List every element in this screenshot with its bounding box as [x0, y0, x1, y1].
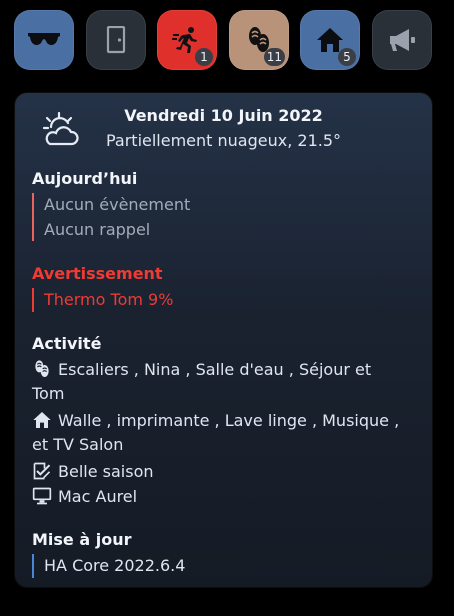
warning-bar	[32, 288, 34, 312]
checklist-icon	[33, 462, 51, 480]
footprints-icon	[35, 360, 49, 377]
megaphone-icon	[390, 29, 415, 51]
activity-section-title: Activité	[32, 334, 102, 353]
activity-devices-text-cont: et TV Salon	[32, 435, 124, 454]
announce-button[interactable]	[372, 10, 432, 70]
quick-buttons-row: 1 11 5	[0, 0, 454, 80]
door-button[interactable]	[86, 10, 146, 70]
activity-checklist-text: Belle saison	[58, 462, 154, 481]
weather-summary: Partiellement nuageux, 21.5°	[105, 131, 342, 150]
update-bar	[32, 554, 34, 578]
warning-item: Thermo Tom 9%	[44, 290, 174, 309]
footprints-count-badge: 11	[263, 48, 285, 66]
footprints-button[interactable]: 11	[229, 10, 289, 70]
date-heading: Vendredi 10 Juin 2022	[124, 106, 323, 125]
sunglasses-icon	[28, 33, 60, 45]
activity-item-computer: Mac Aurel	[32, 486, 137, 506]
home-icon	[33, 412, 51, 428]
activity-rooms-text-cont: Tom	[32, 384, 65, 403]
activity-computer-text: Mac Aurel	[58, 487, 138, 506]
today-section-title: Aujourd’hui	[32, 169, 138, 188]
home-button[interactable]: 5	[300, 10, 360, 70]
motion-button[interactable]: 1	[157, 10, 217, 70]
activity-item-rooms: Escaliers , Nina , Salle d'eau , Séjour …	[32, 359, 371, 379]
warning-section-title: Avertissement	[32, 264, 163, 283]
home-count-badge: 5	[338, 48, 356, 66]
activity-item-devices: Walle , imprimante , Lave linge , Musiqu…	[32, 410, 399, 430]
monitor-icon	[32, 487, 52, 505]
today-bar	[32, 193, 34, 241]
sunglasses-button[interactable]	[14, 10, 74, 70]
daily-summary-card: Vendredi 10 Juin 2022 Partiellement nuag…	[15, 93, 432, 587]
activity-item-checklist: Belle saison	[32, 461, 154, 481]
door-icon	[106, 26, 126, 54]
today-reminders-item: Aucun rappel	[44, 220, 151, 239]
motion-count-badge: 1	[195, 48, 213, 66]
today-events-item: Aucun évènement	[44, 195, 191, 214]
update-item: HA Core 2022.6.4	[44, 556, 186, 575]
activity-rooms-text: Escaliers , Nina , Salle d'eau , Séjour …	[58, 360, 372, 379]
update-section-title: Mise à jour	[32, 530, 132, 549]
activity-devices-text: Walle , imprimante , Lave linge , Musiqu…	[58, 411, 400, 430]
